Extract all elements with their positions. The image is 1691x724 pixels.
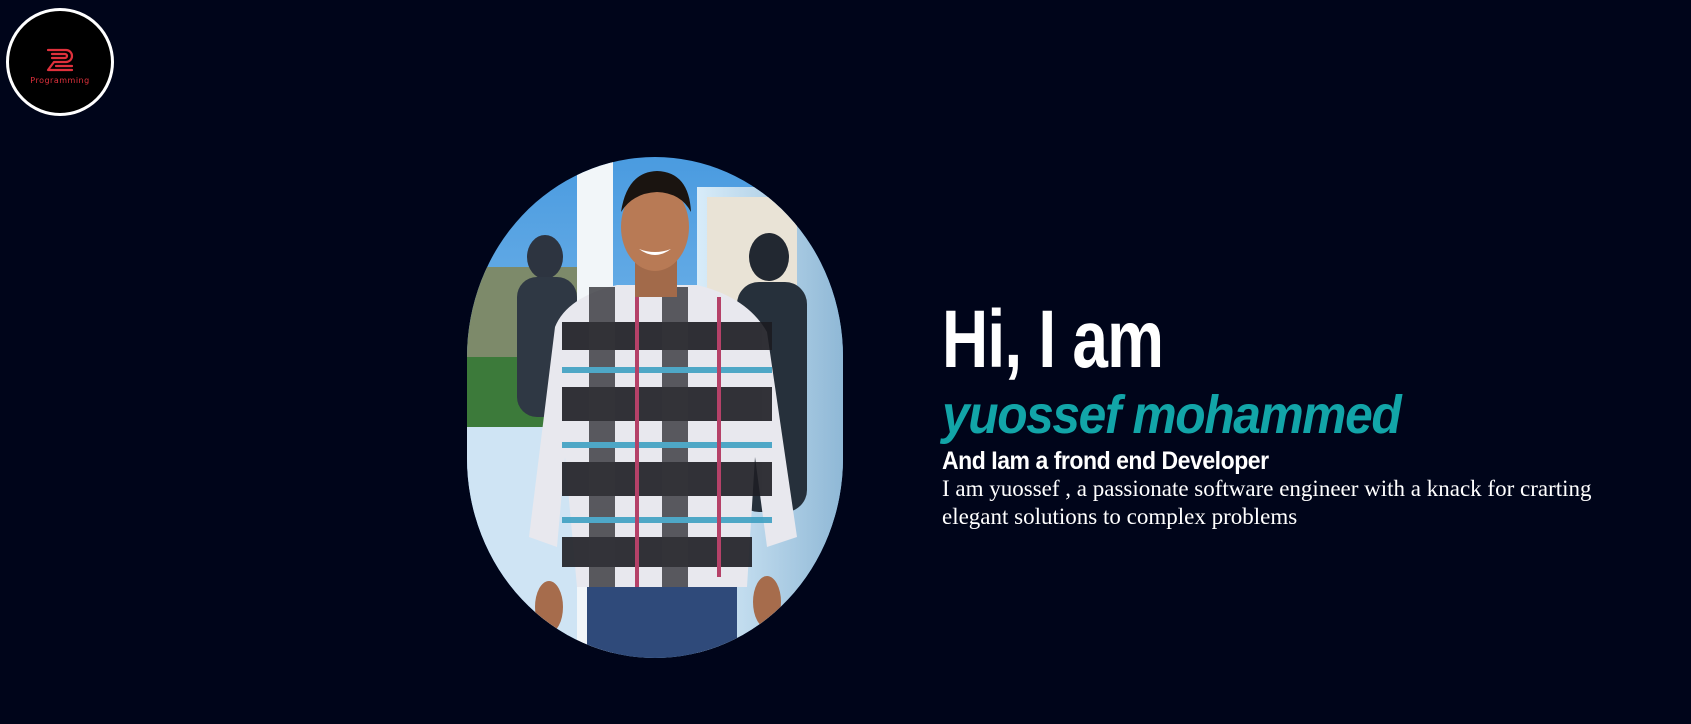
intro-section: Hi, I am yuossef mohammed And Iam a fron… xyxy=(942,295,1642,531)
intro-heading: Hi, I am xyxy=(942,294,1164,385)
intro-role: And Iam a frond end Developer xyxy=(942,447,1269,475)
logo-text: Programming xyxy=(30,76,90,85)
site-logo[interactable]: Programming xyxy=(6,8,114,116)
intro-name: yuossef mohammed xyxy=(942,385,1402,445)
z-programming-logo-icon xyxy=(46,48,74,72)
intro-description: I am yuossef , a passionate software eng… xyxy=(942,476,1592,529)
portrait-photo xyxy=(467,157,843,658)
